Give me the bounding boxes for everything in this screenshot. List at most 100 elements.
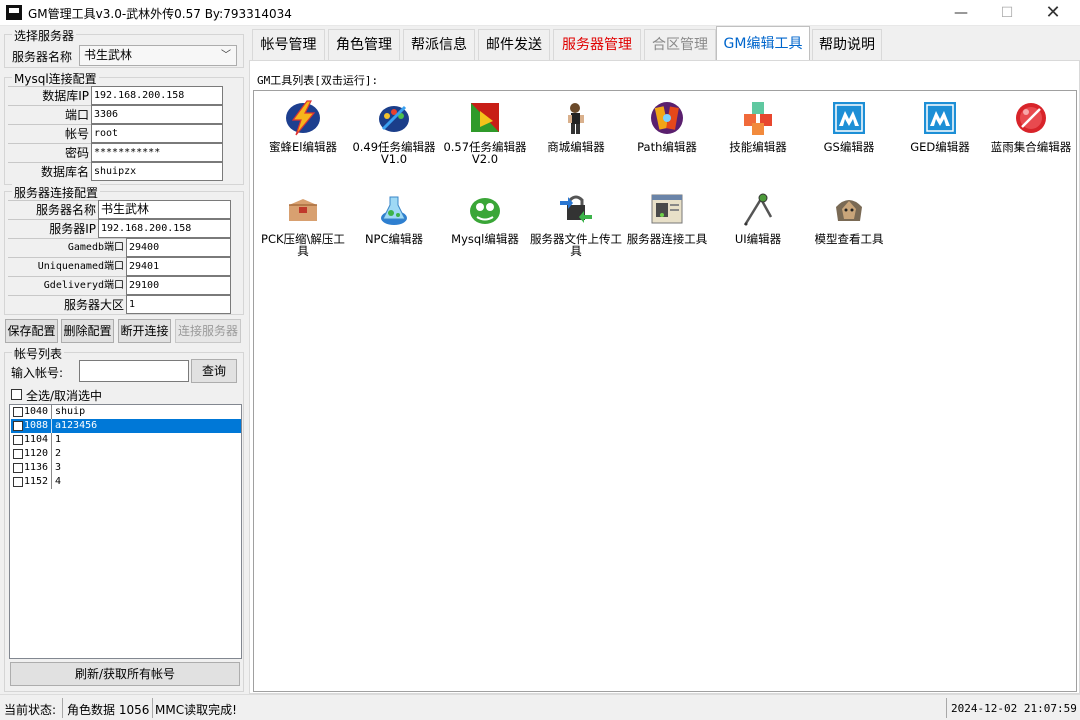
account-input-label: 输入帐号: <box>11 366 64 380</box>
game-logo-icon <box>651 102 683 134</box>
tab-mail-send[interactable]: 邮件发送 <box>478 29 550 60</box>
server-connection-title: 服务器连接配置 <box>12 184 101 201</box>
mysql-dbname-field[interactable]: shuipzx <box>91 162 223 181</box>
account-row[interactable]: 1136 3 <box>11 461 241 475</box>
green-blob-icon <box>470 198 500 224</box>
tool-list[interactable]: 蜜蜂El编辑器 0.49任务编辑器V1.0 0.57任务编辑器V2.0 商城编辑… <box>253 90 1077 692</box>
connect-server-button[interactable]: 连接服务器 <box>175 319 241 343</box>
uniquenamed-port-field[interactable]: 29401 <box>126 257 231 276</box>
row-checkbox[interactable] <box>13 463 23 473</box>
minimize-button[interactable]: — <box>938 0 984 26</box>
account-row[interactable]: 1120 2 <box>11 447 241 461</box>
conn-server-name-field[interactable]: 书生武林 <box>98 200 231 219</box>
account-name: 2 <box>55 448 62 459</box>
package-box-icon <box>289 199 317 221</box>
mysql-ip-field[interactable]: 192.168.200.158 <box>91 86 223 105</box>
tool-label: 0.57任务编辑器V2.0 <box>443 140 527 166</box>
lightning-bolt-icon <box>286 100 320 136</box>
account-list-title: 帐号列表 <box>12 345 65 362</box>
tool-item[interactable]: 技能编辑器 <box>712 99 804 153</box>
select-all-label: 全选/取消选中 <box>26 389 103 403</box>
delete-config-button[interactable]: 删除配置 <box>61 319 114 343</box>
title-bar[interactable]: GM管理工具v3.0-武林外传0.57 By:793314034 — ☐ ✕ <box>0 0 1080 26</box>
row-checkbox[interactable] <box>13 421 23 431</box>
account-row-selected[interactable]: 1088 a123456 <box>11 419 241 433</box>
status-separator <box>946 698 947 718</box>
account-id: 1104 <box>24 433 52 447</box>
tool-item[interactable]: 蓝雨集合编辑器 <box>985 99 1077 153</box>
disconnect-button[interactable]: 断开连接 <box>118 319 171 343</box>
character-figure-icon <box>568 103 584 134</box>
account-row[interactable]: 1104 1 <box>11 433 241 447</box>
tab-guild-info[interactable]: 帮派信息 <box>403 29 475 60</box>
tool-item[interactable]: 0.49任务编辑器V1.0 <box>348 99 440 165</box>
uniquenamed-port-label: Uniquenamed端口 <box>8 257 126 276</box>
tool-item[interactable]: 服务器连接工具 <box>621 191 713 245</box>
tool-label: 服务器文件上传工具 <box>530 232 622 258</box>
mysql-port-field[interactable]: 3306 <box>91 105 223 124</box>
tool-item[interactable]: NPC编辑器 <box>348 191 440 245</box>
close-button[interactable]: ✕ <box>1030 0 1076 26</box>
tool-item[interactable]: UI编辑器 <box>712 191 804 245</box>
tab-role-management[interactable]: 角色管理 <box>328 29 400 60</box>
tab-merge-management[interactable]: 合区管理 <box>644 29 716 60</box>
refresh-accounts-button[interactable]: 刷新/获取所有帐号 <box>10 662 240 686</box>
status-state-label: 当前状态: <box>4 703 57 717</box>
account-row[interactable]: 1040 shuip <box>11 405 241 419</box>
mysql-password-field[interactable]: *********** <box>91 143 223 162</box>
tool-label: 蓝雨集合编辑器 <box>990 140 1072 154</box>
server-window-icon <box>651 194 683 224</box>
account-search-input[interactable] <box>79 360 189 382</box>
mysql-config-title: Mysql连接配置 <box>12 70 99 87</box>
tool-item[interactable]: 0.57任务编辑器V2.0 <box>439 99 531 165</box>
gdeliveryd-port-field[interactable]: 29100 <box>126 276 231 295</box>
tab-account-management[interactable]: 帐号管理 <box>252 29 325 60</box>
cubes-icon <box>744 102 772 135</box>
model-head-icon <box>836 200 862 221</box>
mysql-user-field[interactable]: root <box>91 124 223 143</box>
status-message: MMC读取完成! <box>155 703 237 717</box>
server-select[interactable]: 书生武林 ﹀ <box>79 45 237 66</box>
tool-item[interactable]: 蜜蜂El编辑器 <box>257 99 349 153</box>
select-all-checkbox[interactable] <box>11 389 22 400</box>
conn-server-ip-field[interactable]: 192.168.200.158 <box>98 219 231 238</box>
tool-item[interactable]: PCK压缩\解压工具 <box>257 191 349 257</box>
flask-icon <box>381 196 407 225</box>
query-button[interactable]: 查询 <box>191 359 237 383</box>
mysql-ip-label: 数据库IP <box>8 86 91 105</box>
tab-server-management[interactable]: 服务器管理 <box>553 29 641 60</box>
server-zone-field[interactable]: 1 <box>126 295 231 314</box>
mysql-password-label: 密码 <box>8 143 91 162</box>
tool-label: 模型查看工具 <box>814 232 884 246</box>
tool-item[interactable]: 服务器文件上传工具 <box>530 191 622 257</box>
server-zone-label: 服务器大区 <box>8 295 126 314</box>
tool-item[interactable]: Mysql编辑器 <box>439 191 531 245</box>
save-config-button[interactable]: 保存配置 <box>5 319 58 343</box>
blue-m-icon <box>833 102 865 134</box>
gamedb-port-field[interactable]: 29400 <box>126 238 231 257</box>
account-name: 3 <box>55 462 62 473</box>
account-id: 1152 <box>24 475 52 489</box>
maximize-button[interactable]: ☐ <box>984 0 1030 26</box>
tool-label: UI编辑器 <box>734 232 782 246</box>
tab-help[interactable]: 帮助说明 <box>812 29 882 60</box>
tool-label: GED编辑器 <box>910 140 970 154</box>
server-name-label: 服务器名称 <box>12 50 73 64</box>
tool-item[interactable]: 商城编辑器 <box>530 99 622 153</box>
status-separator <box>62 698 63 718</box>
tool-item[interactable]: Path编辑器 <box>621 99 713 153</box>
row-checkbox[interactable] <box>13 449 23 459</box>
account-list[interactable]: 1040 shuip 1088 a123456 1104 1 1120 2 11… <box>9 404 242 659</box>
tab-gm-tools[interactable]: GM编辑工具 <box>716 26 810 60</box>
tool-label: 服务器连接工具 <box>626 232 708 246</box>
row-checkbox[interactable] <box>13 477 23 487</box>
tool-label: 商城编辑器 <box>547 140 605 154</box>
tool-item[interactable]: GS编辑器 <box>803 99 895 153</box>
row-checkbox[interactable] <box>13 407 23 417</box>
account-row[interactable]: 1152 4 <box>11 475 241 489</box>
row-checkbox[interactable] <box>13 435 23 445</box>
palette-icon <box>379 105 409 132</box>
tool-item[interactable]: GED编辑器 <box>894 99 986 153</box>
main-window: GM管理工具v3.0-武林外传0.57 By:793314034 — ☐ ✕ 选… <box>0 0 1080 720</box>
tool-item[interactable]: 模型查看工具 <box>803 191 895 245</box>
